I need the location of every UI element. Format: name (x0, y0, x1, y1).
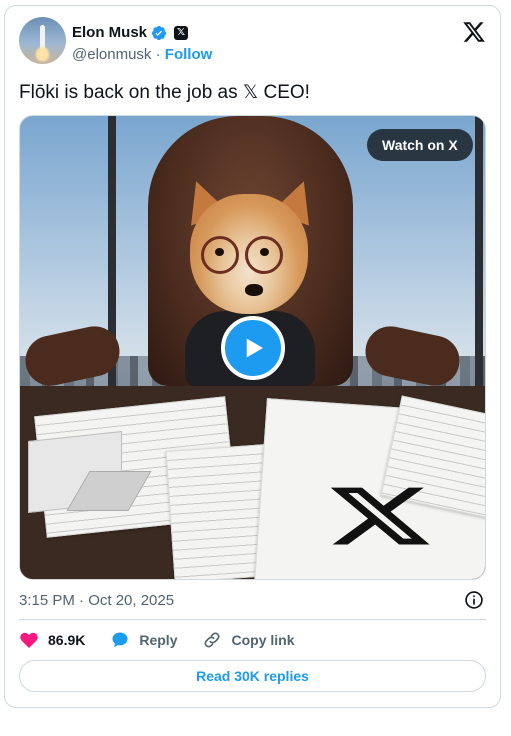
like-button[interactable]: 86.9K (19, 630, 85, 650)
author-name-row: Elon Musk 𝕏 (72, 24, 189, 41)
author-handle[interactable]: @elonmusk (72, 46, 151, 63)
heart-icon (20, 632, 38, 648)
action-bar: 86.9K Reply Copy link (19, 630, 320, 650)
follow-button[interactable]: Follow (165, 46, 213, 63)
play-button[interactable] (221, 316, 285, 380)
x-logo-document-icon (330, 487, 430, 545)
like-count: 86.9K (48, 632, 86, 648)
avatar[interactable] (19, 17, 66, 64)
affiliate-badge: 𝕏 (174, 25, 189, 40)
author-name[interactable]: Elon Musk (72, 24, 147, 41)
handle-row: @elonmusk · Follow (72, 46, 212, 63)
copy-link-button[interactable]: Copy link (202, 630, 295, 650)
x-logo-icon[interactable] (462, 20, 486, 44)
copy-link-label: Copy link (231, 632, 295, 648)
tweet-timestamp[interactable]: 3:15 PM · Oct 20, 2025 (19, 592, 174, 609)
verified-icon (152, 25, 167, 40)
video-media[interactable]: Watch on X (19, 115, 486, 580)
tweet-text: Flōki is back on the job as 𝕏 CEO! (19, 82, 310, 103)
divider (19, 619, 486, 620)
info-icon[interactable] (464, 590, 484, 610)
watch-on-x-button[interactable]: Watch on X (367, 129, 473, 161)
dog-eye (215, 248, 224, 256)
reply-label: Reply (139, 632, 178, 648)
reply-button[interactable]: Reply (110, 630, 177, 650)
dog-nose (245, 284, 263, 296)
handle-separator: · (155, 46, 161, 63)
read-replies-button[interactable]: Read 30K replies (19, 660, 486, 692)
rocket-graphic (40, 25, 45, 49)
reply-icon (112, 632, 128, 648)
link-icon (205, 632, 220, 648)
dog-eye (260, 248, 269, 256)
rocket-plume-graphic (36, 47, 49, 61)
window-frame (475, 116, 483, 406)
play-icon (246, 338, 263, 358)
